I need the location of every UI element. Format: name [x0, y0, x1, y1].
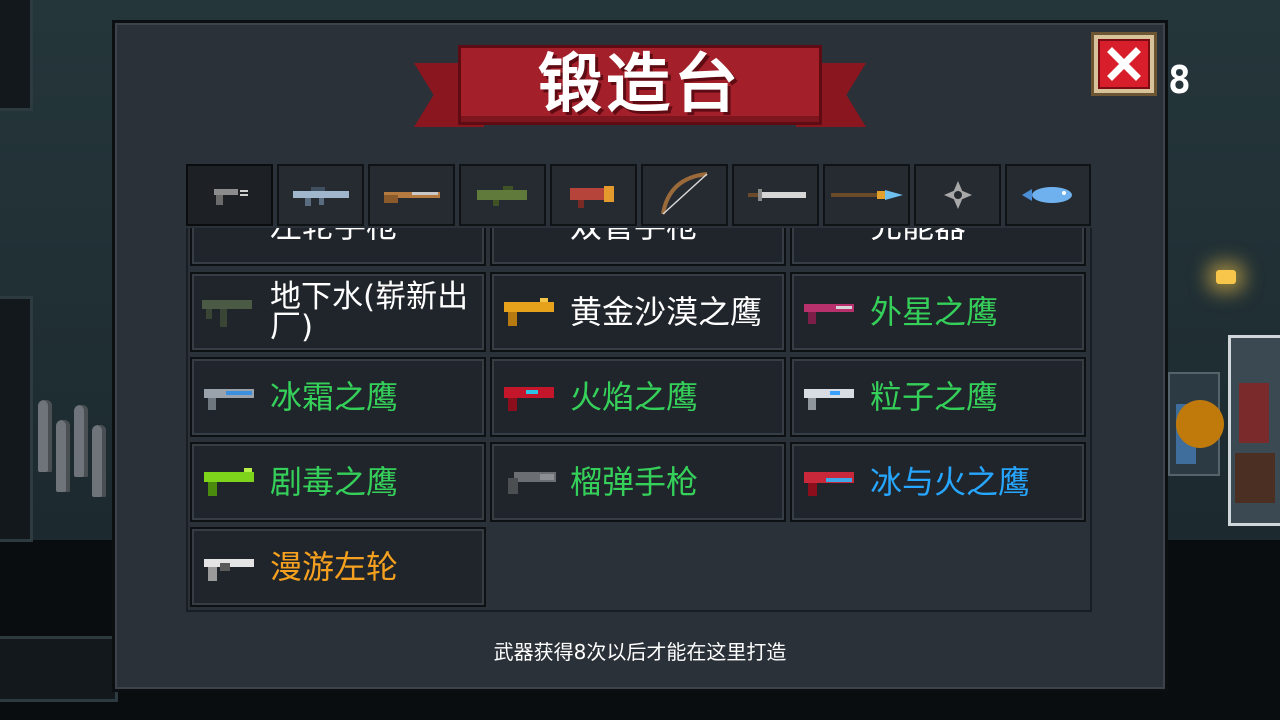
bow-icon	[660, 172, 708, 215]
ice-fire-eagle-icon	[798, 462, 860, 502]
weapon-name: 冰霜之鹰	[270, 378, 399, 416]
double-barrel-pistol-icon	[498, 228, 560, 246]
tab-heavy[interactable]	[550, 164, 637, 226]
fish-icon	[1022, 187, 1072, 203]
robot-npc	[1228, 335, 1280, 526]
shotgun-icon	[383, 192, 440, 203]
tab-special[interactable]	[1005, 164, 1091, 226]
weapon-name: 充能器	[870, 228, 966, 243]
smg-icon	[198, 292, 260, 332]
grenade-pistol-icon	[498, 462, 560, 502]
weapon-cell[interactable]: 火焰之鹰	[490, 357, 786, 437]
wall-block	[0, 0, 33, 111]
wall-block	[0, 636, 118, 702]
tab-spears[interactable]	[823, 164, 910, 226]
wall-lamp	[1216, 270, 1236, 284]
weapon-cell[interactable]: 左轮手枪	[190, 228, 486, 266]
tab-rifles[interactable]	[277, 164, 364, 226]
weapon-name: 黄金沙漠之鹰	[570, 293, 763, 331]
revolver-icon	[198, 228, 260, 246]
pistol-icon	[213, 189, 248, 205]
ribbon: 锻造台	[458, 45, 822, 125]
weapon-name: 冰与火之鹰	[870, 463, 1031, 501]
weapon-category-tabs	[186, 164, 1091, 228]
weapon-cell[interactable]: 外星之鹰	[790, 272, 1086, 352]
wanderer-revolver-icon	[198, 547, 260, 587]
weapon-cell[interactable]: 地下水(崭新出厂)	[190, 272, 486, 352]
tab-launchers[interactable]	[459, 164, 546, 226]
weapon-name: 榴弹手枪	[570, 463, 699, 501]
weapon-cell[interactable]: 双管手枪	[490, 228, 786, 266]
alien-eagle-icon	[798, 292, 860, 332]
forge-hint: 武器获得8次以后才能在这里打造	[493, 640, 787, 664]
tab-bows[interactable]	[641, 164, 728, 226]
flame-eagle-icon	[498, 377, 560, 417]
gas-tank	[74, 405, 88, 477]
particle-eagle-icon	[798, 377, 860, 417]
wall-block	[0, 296, 33, 542]
weapon-name: 漫游左轮	[270, 548, 399, 586]
tab-shotguns[interactable]	[368, 164, 455, 226]
weapon-cell[interactable]: 冰霜之鹰	[190, 357, 486, 437]
frost-eagle-icon	[198, 377, 260, 417]
tab-throwing[interactable]	[914, 164, 1001, 226]
weapon-name: 地下水(崭新出厂)	[270, 279, 469, 345]
venom-eagle-icon	[198, 462, 260, 502]
spear-icon	[830, 190, 903, 200]
energy-orb	[1176, 400, 1224, 448]
weapon-cell[interactable]: 黄金沙漠之鹰	[490, 272, 786, 352]
throwing-star-icon	[943, 181, 972, 209]
tab-pistols[interactable]	[186, 164, 273, 226]
weapon-cell[interactable]: 充能器	[790, 228, 1086, 266]
page-title: 锻造台	[538, 48, 742, 122]
title-banner: 锻造台	[414, 45, 866, 143]
gas-tank	[56, 420, 70, 492]
sword-icon	[747, 189, 806, 201]
weapon-name: 左轮手枪	[270, 228, 398, 243]
close-button[interactable]	[1091, 32, 1157, 96]
charger-icon	[798, 228, 860, 246]
weapon-cell[interactable]: 榴弹手枪	[490, 442, 786, 522]
weapon-name: 双管手枪	[570, 228, 698, 243]
tab-swords[interactable]	[732, 164, 819, 226]
gas-tank	[92, 425, 106, 497]
weapon-cell[interactable]: 粒子之鹰	[790, 357, 1086, 437]
weapon-list[interactable]: 左轮手枪 双管手枪 充能器 地下水(崭新出厂) 黄金沙漠之鹰 外星之鹰 冰霜之鹰	[186, 228, 1092, 612]
weapon-cell[interactable]: 漫游左轮	[190, 527, 486, 607]
rifle-icon	[292, 187, 349, 206]
weapon-cell[interactable]: 剧毒之鹰	[190, 442, 486, 522]
close-icon	[1098, 39, 1150, 89]
weapon-name: 粒子之鹰	[870, 378, 999, 416]
heavy-gun-icon	[569, 186, 614, 208]
weapon-cell[interactable]: 冰与火之鹰	[790, 442, 1086, 522]
weapon-name: 剧毒之鹰	[270, 463, 399, 501]
gas-tank	[38, 400, 52, 472]
gem-counter: 8	[1168, 58, 1191, 102]
weapon-name: 外星之鹰	[870, 293, 999, 331]
launcher-icon	[476, 186, 527, 206]
weapon-name: 火焰之鹰	[570, 378, 699, 416]
golden-eagle-icon	[498, 292, 560, 332]
